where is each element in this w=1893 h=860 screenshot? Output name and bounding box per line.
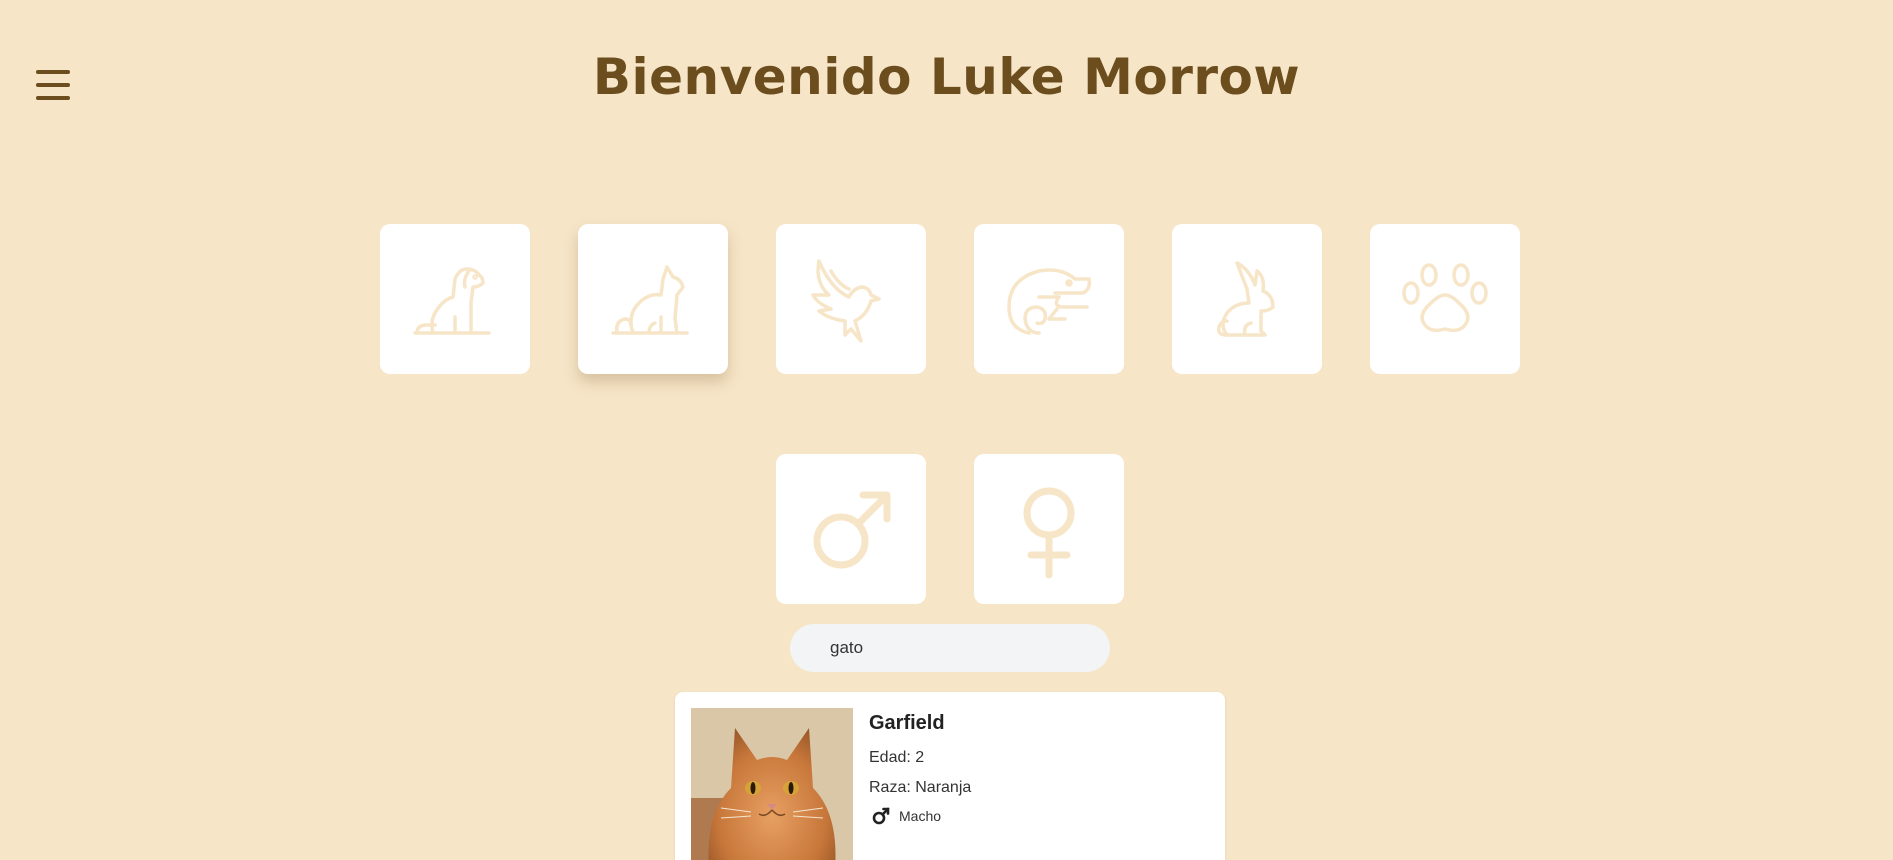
pet-photo: [691, 708, 853, 860]
filter-dog[interactable]: [380, 224, 530, 374]
page-title: Bienvenido Luke Morrow: [592, 48, 1301, 106]
filter-other[interactable]: [1370, 224, 1520, 374]
filter-reptile[interactable]: [974, 224, 1124, 374]
pet-breed-label: Raza:: [869, 779, 916, 796]
filter-male[interactable]: [776, 454, 926, 604]
pet-breed-value: Naranja: [915, 779, 972, 796]
pet-age-value: 2: [915, 749, 925, 766]
filter-cat[interactable]: [578, 224, 728, 374]
filter-female[interactable]: [974, 454, 1124, 604]
pet-name: Garfield: [869, 712, 945, 734]
pet-sex: Macho: [871, 806, 941, 826]
filter-bird[interactable]: [776, 224, 926, 374]
cat-icon: [611, 265, 689, 335]
page: Bienvenido Luke Morrow gato Garfield Eda…: [0, 0, 1893, 860]
male-icon: [813, 491, 891, 569]
pet-breed: Raza: Naranja: [869, 779, 971, 797]
paw-icon: [1402, 263, 1488, 333]
reptile-icon: [1007, 268, 1092, 335]
pet-age-label: Edad:: [869, 749, 916, 766]
male-icon: [872, 807, 890, 825]
search-input[interactable]: [790, 624, 1110, 672]
pet-sex-label: Macho: [899, 808, 942, 824]
female-icon: [1023, 487, 1075, 579]
filter-rabbit[interactable]: [1172, 224, 1322, 374]
pet-age: Edad: 2: [869, 749, 924, 767]
dog-icon: [413, 267, 491, 335]
bird-icon: [811, 259, 881, 343]
rabbit-icon: [1216, 261, 1275, 337]
pet-card[interactable]: Garfield Edad: 2 Raza: Naranja Macho: [675, 692, 1225, 860]
